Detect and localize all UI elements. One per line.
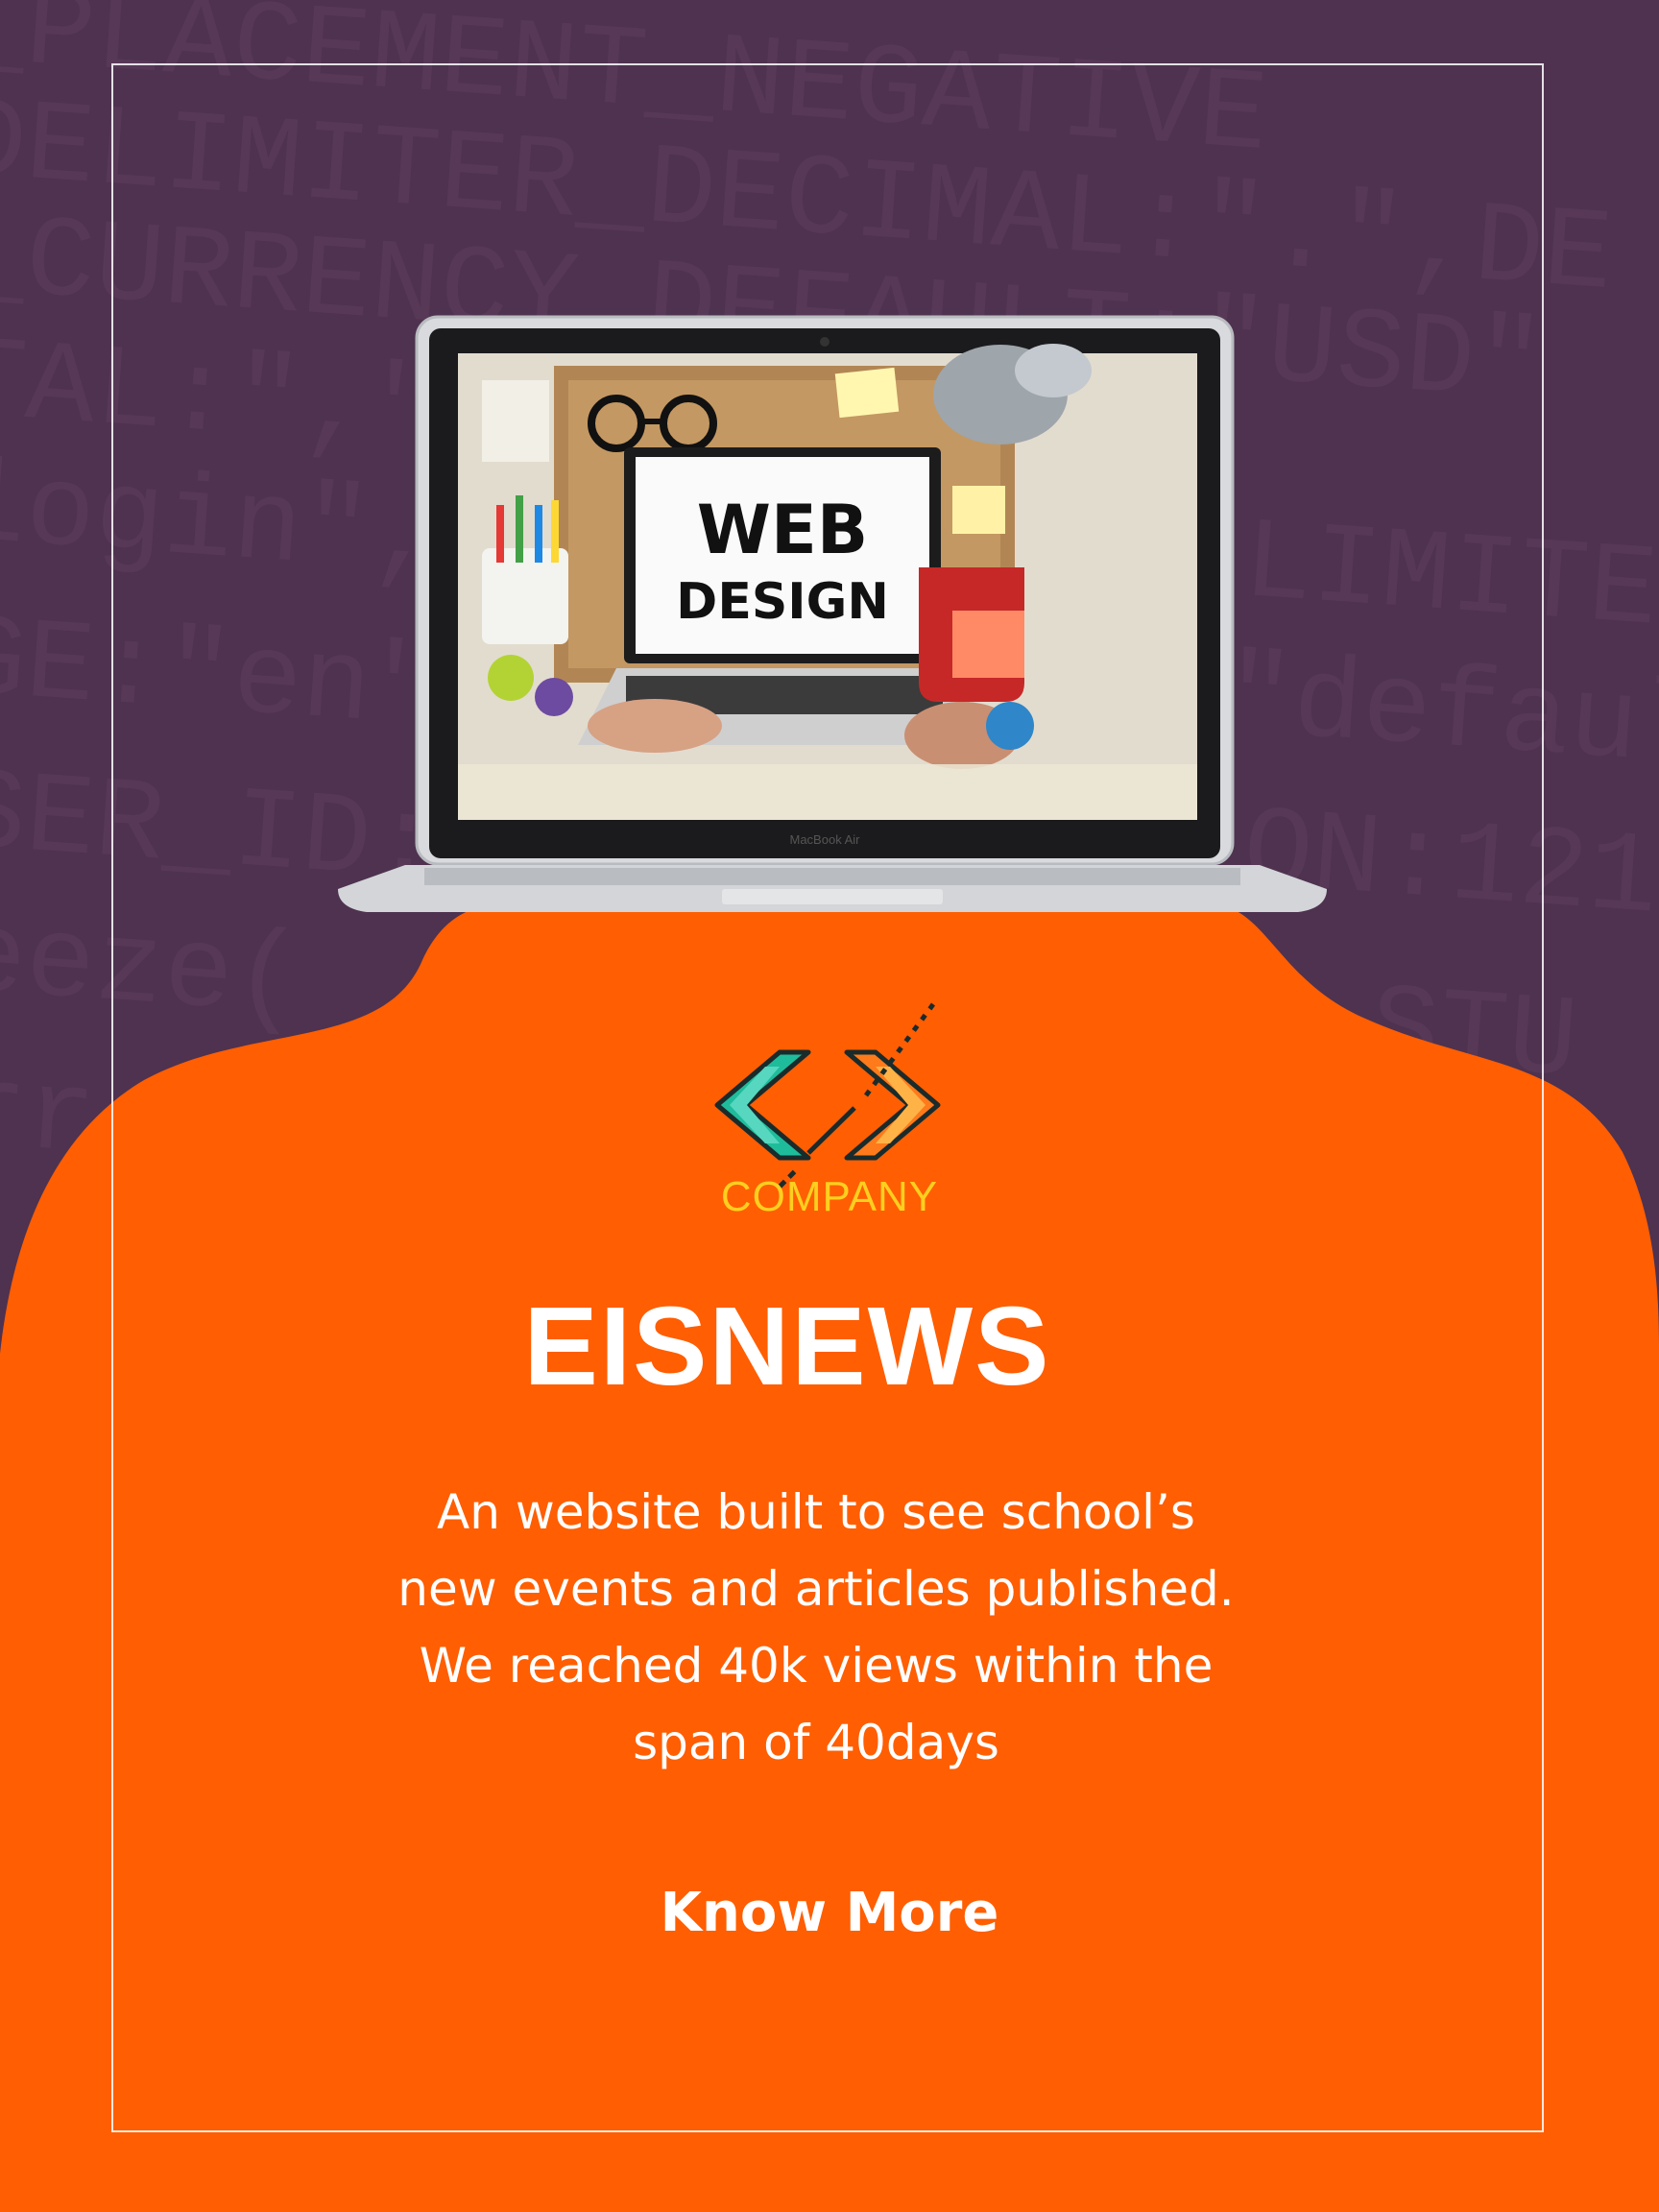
laptop-brand-label: MacBook Air (790, 832, 861, 847)
screen-text-web: WEB (697, 491, 868, 569)
logo-company-text: COMPANY (720, 1173, 939, 1220)
headline: EISNEWS (523, 1284, 1051, 1408)
know-more-button[interactable]: Know More (0, 1882, 1659, 1944)
description-line: We reached 40k views within the (419, 1638, 1214, 1694)
description-line: new events and articles published. (397, 1561, 1235, 1617)
description: An website built to see school’s new eve… (326, 1474, 1306, 1781)
description-line: span of 40days (633, 1715, 999, 1770)
screen-text-design: DESIGN (676, 573, 889, 631)
description-line: An website built to see school’s (437, 1484, 1195, 1540)
laptop-illustration: WEB DESIGN MacBook Air (338, 315, 1327, 912)
